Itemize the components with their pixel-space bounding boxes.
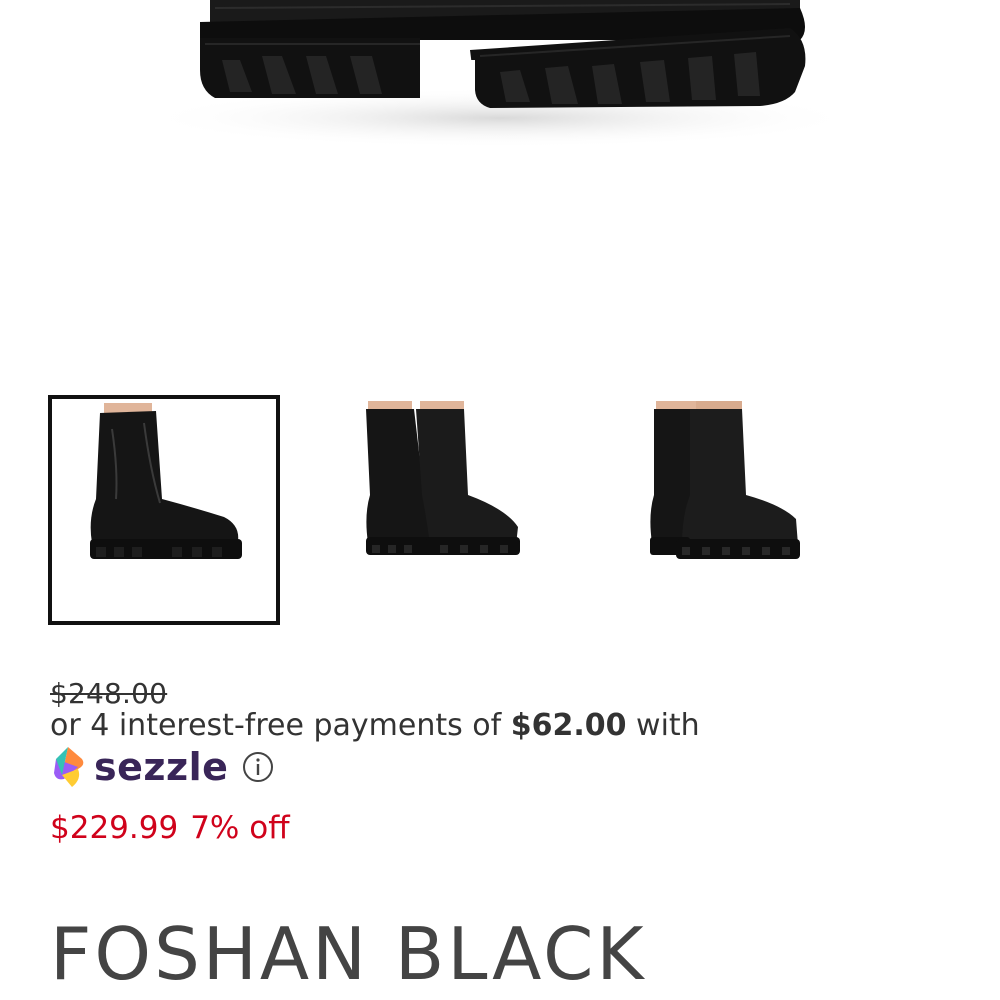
thumbnail-boots-back-angle-view[interactable] [612, 395, 844, 625]
installment-prefix: or 4 interest-free payments of [50, 708, 502, 743]
thumbnail-boots-front-pair-view[interactable] [330, 395, 562, 625]
sezzle-badge[interactable]: sezzle [48, 744, 274, 790]
product-title: FOSHAN BLACK [50, 912, 647, 996]
thumbnail-boot-side-view[interactable] [48, 395, 280, 625]
discount-badge: 7% off [190, 810, 290, 846]
boots-back-angle-view-image [650, 401, 800, 559]
installment-text: or 4 interest-free payments of $62.00 wi… [50, 708, 970, 743]
boot-sole-illustration [140, 0, 860, 148]
main-product-image[interactable] [0, 0, 1000, 360]
info-icon[interactable] [242, 751, 274, 783]
sezzle-logo-icon [54, 747, 84, 787]
sezzle-wordmark: sezzle [94, 745, 229, 789]
boot-side-view-image [90, 403, 242, 559]
installment-amount: $62.00 [510, 708, 627, 743]
sale-price-row: $229.99 7% off [50, 810, 290, 846]
boots-front-pair-view-image [366, 401, 520, 555]
sale-price: $229.99 [50, 810, 179, 846]
installment-suffix: with [636, 708, 700, 743]
original-price: $248.00 [50, 677, 168, 710]
